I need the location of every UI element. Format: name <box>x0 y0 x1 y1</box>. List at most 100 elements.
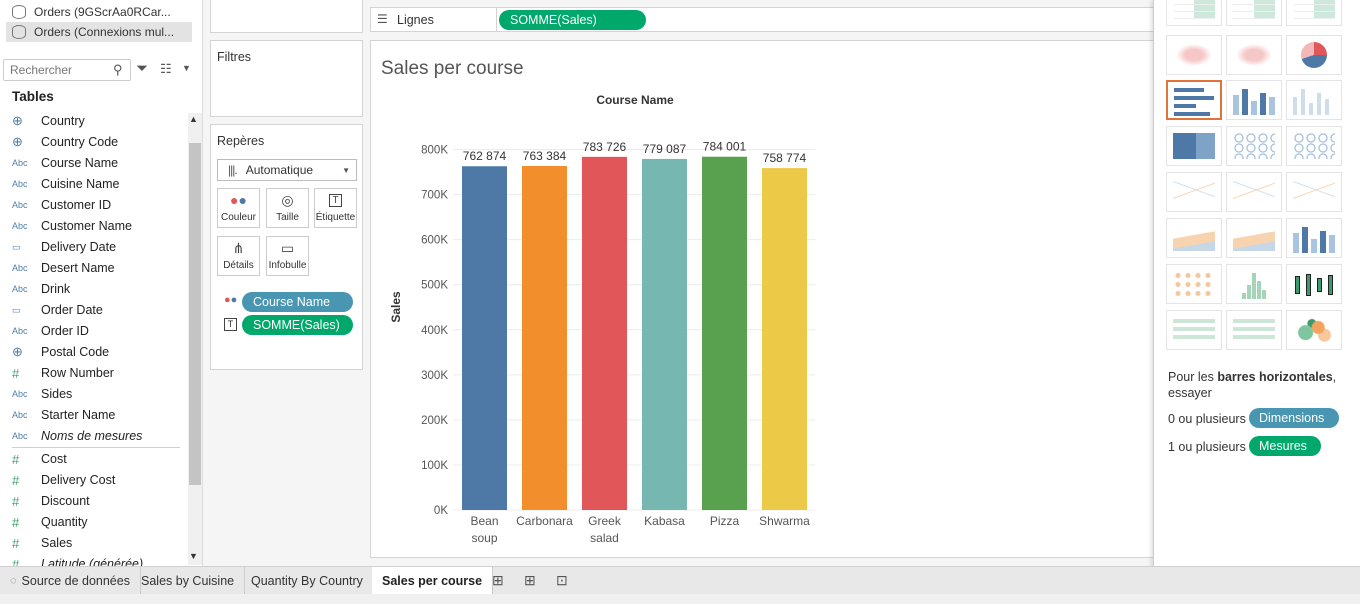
chart-type-table[interactable] <box>1286 0 1342 26</box>
detail-button[interactable]: ⋔ Détails <box>217 236 260 276</box>
field-label: Customer Name <box>41 219 132 233</box>
chart-type-treemap[interactable] <box>1166 126 1222 166</box>
chart-type-dualbar[interactable] <box>1286 218 1342 258</box>
abc-icon: Abc <box>12 200 28 210</box>
bar <box>462 166 507 510</box>
rows-sum-sales-pill[interactable]: SOMME(Sales) <box>499 10 646 30</box>
new-story-icon[interactable]: ⊡ <box>556 572 568 589</box>
dimension-field[interactable]: ⊕ Postal Code <box>12 342 109 362</box>
chart-type-line[interactable] <box>1226 172 1282 212</box>
x-tick-label: soup <box>471 531 497 545</box>
tab-label: Quantity By Country <box>251 574 363 588</box>
scroll-down-icon[interactable]: ▼ <box>189 551 198 561</box>
y-tick-label: 200K <box>421 415 448 427</box>
chart-type-line[interactable] <box>1166 172 1222 212</box>
scroll-up-icon[interactable]: ▲ <box>189 114 198 124</box>
abc-icon: Abc <box>12 410 28 420</box>
new-dashboard-icon[interactable]: ⊞ <box>524 572 536 589</box>
sbar-chart-icon <box>1233 87 1275 115</box>
status-bar <box>0 594 1360 604</box>
tab-sales-by-cuisine[interactable]: Sales by Cuisine <box>131 567 246 595</box>
dimension-field[interactable]: Abc Desert Name <box>12 258 115 278</box>
abc-icon: Abc <box>12 326 28 336</box>
chart-type-sbar[interactable] <box>1226 80 1282 120</box>
size-button[interactable]: ◎ Taille <box>266 188 309 228</box>
bullet-chart-icon <box>1233 317 1275 343</box>
chart-type-table[interactable] <box>1166 0 1222 26</box>
bar-chart-icon: |||. <box>228 163 238 177</box>
datasource-item[interactable]: Orders (9GScrAa0RCar... <box>6 2 192 22</box>
tables-heading: Tables <box>12 89 54 104</box>
label-button[interactable]: T Étiquette <box>314 188 357 228</box>
measure-field[interactable]: # Quantity <box>12 512 88 532</box>
measure-field[interactable]: # Cost <box>12 449 67 469</box>
hash-icon: # <box>12 472 20 488</box>
dimension-field[interactable]: Abc Noms de mesures <box>12 426 142 446</box>
dimension-field[interactable]: Abc Starter Name <box>12 405 115 425</box>
y-axis-title: Sales <box>389 291 403 323</box>
course-name-pill[interactable]: Course Name <box>242 292 353 312</box>
chart-type-vbar[interactable] <box>1286 80 1342 120</box>
line-chart-icon <box>1173 179 1215 205</box>
new-worksheet-icon[interactable]: ⊞ <box>492 572 504 589</box>
measure-field[interactable]: # Discount <box>12 491 90 511</box>
chart-type-map[interactable] <box>1166 35 1222 75</box>
sum-sales-pill[interactable]: SOMME(Sales) <box>242 315 353 335</box>
field-label: Course Name <box>41 156 119 170</box>
abc-icon: Abc <box>12 263 28 273</box>
scrollbar-thumb[interactable] <box>189 143 201 485</box>
chart-type-line[interactable] <box>1286 172 1342 212</box>
dimension-field[interactable]: ▭ Delivery Date <box>12 237 116 257</box>
chart-type-bubbles[interactable] <box>1286 310 1342 350</box>
chart-type-boxplot[interactable] <box>1286 264 1342 304</box>
dimension-field[interactable]: Abc Course Name <box>12 153 118 173</box>
field-label: Discount <box>41 494 90 508</box>
chart-type-table[interactable] <box>1226 0 1282 26</box>
measure-field[interactable]: # Sales <box>12 533 72 553</box>
field-label: Drink <box>41 282 71 296</box>
chart-type-scatter[interactable] <box>1166 264 1222 304</box>
x-tick-label: Kabasa <box>644 514 685 528</box>
search-icon[interactable]: ⚲ <box>113 62 123 78</box>
x-tick-label: Shwarma <box>759 514 810 528</box>
filters-card[interactable]: Filtres <box>210 40 363 117</box>
dimension-field[interactable]: Abc Sides <box>12 384 72 404</box>
tab-data-source[interactable]: ◌ Source de données <box>0 567 141 595</box>
dimension-field[interactable]: Abc Drink <box>12 279 70 299</box>
dimension-field[interactable]: Abc Order ID <box>12 321 89 341</box>
chart-type-circles[interactable] <box>1226 126 1282 166</box>
abc-icon: Abc <box>12 221 28 231</box>
chart-type-circles[interactable] <box>1286 126 1342 166</box>
tab-quantity-by-country[interactable]: Quantity By Country <box>241 567 374 595</box>
dimension-field[interactable]: ▭ Order Date <box>12 300 103 320</box>
y-tick-label: 300K <box>421 370 448 382</box>
filter-icon[interactable]: ⏷ <box>136 60 148 77</box>
dimension-field[interactable]: Abc Customer Name <box>12 216 132 236</box>
dimension-field[interactable]: # Row Number <box>12 363 114 383</box>
chart-type-map[interactable] <box>1226 35 1282 75</box>
chart-type-pie[interactable] <box>1286 35 1342 75</box>
chart-type-gantt[interactable] <box>1166 310 1222 350</box>
search-input[interactable] <box>3 59 131 81</box>
y-tick-label: 600K <box>421 235 448 247</box>
field-label: Country <box>41 114 85 128</box>
measure-field[interactable]: # Delivery Cost <box>12 470 115 490</box>
dimension-field[interactable]: ⊕ Country <box>12 111 85 131</box>
mark-type-select[interactable]: |||. Automatique ▼ <box>217 159 357 181</box>
chart-type-histogram[interactable] <box>1226 264 1282 304</box>
dimension-field[interactable]: ⊕ Country Code <box>12 132 118 152</box>
view-list-icon[interactable]: ☷ <box>160 61 172 77</box>
tooltip-button[interactable]: ▭ Infobulle <box>266 236 309 276</box>
tab-sales-per-course[interactable]: Sales per course <box>372 567 494 595</box>
chevron-down-icon[interactable]: ▼ <box>182 63 191 73</box>
color-button[interactable]: ●● Couleur <box>217 188 260 228</box>
chart-type-area[interactable] <box>1166 218 1222 258</box>
chart-type-hbar[interactable] <box>1166 80 1222 120</box>
chart-type-area[interactable] <box>1226 218 1282 258</box>
dimension-field[interactable]: Abc Customer ID <box>12 195 111 215</box>
database-icon: ◌ <box>10 575 17 587</box>
chart-type-bullet[interactable] <box>1226 310 1282 350</box>
datasource-item-selected[interactable]: Orders (Connexions mul... <box>6 22 192 42</box>
dimension-field[interactable]: Abc Cuisine Name <box>12 174 120 194</box>
y-tick-label: 100K <box>421 460 448 472</box>
